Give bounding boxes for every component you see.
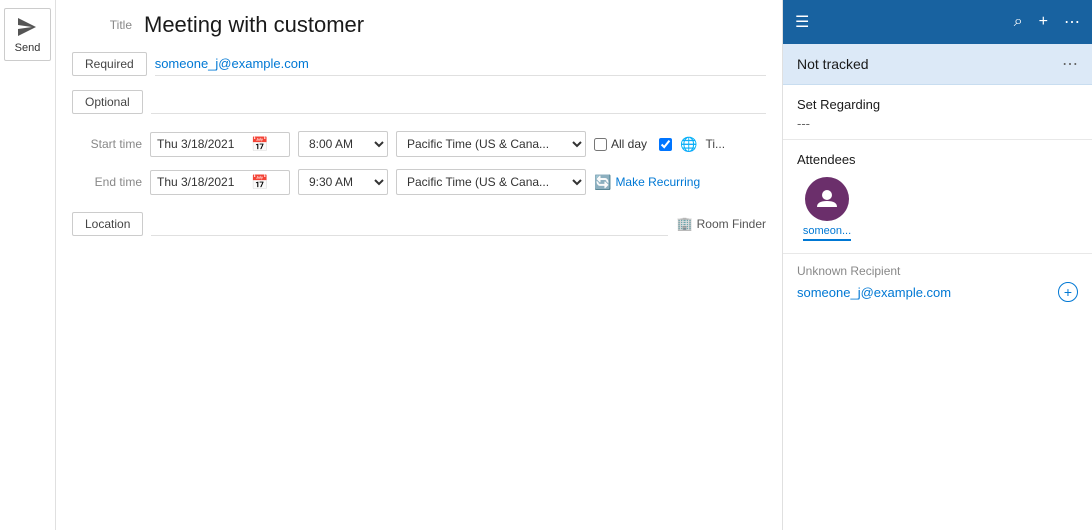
start-calendar-icon[interactable]: 📅 <box>251 136 268 153</box>
start-timezone-select[interactable]: Pacific Time (US & Cana... Eastern Time … <box>396 131 586 157</box>
send-button[interactable]: Send <box>4 8 52 61</box>
end-date-container: 📅 <box>150 170 290 195</box>
time-rows: Start time 📅 8:00 AM 8:30 AM 9:00 AM Pac… <box>56 120 782 206</box>
start-date-container: 📅 <box>150 132 290 157</box>
location-button[interactable]: Location <box>72 212 143 236</box>
person-icon <box>815 187 839 211</box>
hamburger-icon[interactable]: ☰ <box>795 12 809 32</box>
attendee-avatar <box>805 177 849 221</box>
end-calendar-icon[interactable]: 📅 <box>251 174 268 191</box>
attendee-name[interactable]: someon... <box>803 225 851 241</box>
teams-label: Ti... <box>705 137 725 151</box>
make-recurring-button[interactable]: 🔄 Make Recurring <box>594 174 700 191</box>
attendees-label: Attendees <box>797 152 1078 167</box>
sidebar-header: ☰ ⌕ + ⋯ <box>783 0 1092 44</box>
attendees-section: Attendees someon... <box>783 140 1092 253</box>
room-finder-button[interactable]: 🏢 Room Finder <box>676 216 766 232</box>
room-finder-label: Room Finder <box>697 217 766 231</box>
end-time-select[interactable]: 9:30 AM 10:00 AM 10:30 AM <box>298 169 388 195</box>
allday-checkbox[interactable] <box>594 138 607 151</box>
optional-input[interactable] <box>151 90 766 114</box>
sidebar-header-icons: ☰ <box>795 12 809 32</box>
unknown-email-row: someone_j@example.com + <box>797 282 1078 302</box>
title-row: Title Meeting with customer <box>56 0 782 46</box>
allday-container: All day <box>594 137 647 151</box>
required-row: Required <box>72 46 766 82</box>
regarding-value: --- <box>797 116 1078 131</box>
set-regarding-section: Set Regarding --- <box>783 85 1092 140</box>
recurring-icon: 🔄 <box>594 174 611 191</box>
recipients-area: Required Optional <box>56 46 782 120</box>
unknown-email: someone_j@example.com <box>797 285 951 300</box>
sidebar-right-icons: ⌕ + ⋯ <box>1014 12 1080 32</box>
allday-label: All day <box>611 137 647 151</box>
optional-row: Optional <box>72 84 766 120</box>
optional-button[interactable]: Optional <box>72 90 143 114</box>
teams-icon: 🌐 <box>680 136 697 153</box>
required-input[interactable] <box>155 52 766 76</box>
not-tracked-more-icon[interactable]: ⋯ <box>1062 54 1078 74</box>
meeting-title: Meeting with customer <box>144 12 364 38</box>
title-label: Title <box>72 18 132 32</box>
send-icon <box>15 15 39 39</box>
end-time-row: End time 📅 9:30 AM 10:00 AM 10:30 AM Pac… <box>72 166 766 198</box>
teams-checkbox[interactable] <box>659 138 672 151</box>
end-timezone-select[interactable]: Pacific Time (US & Cana... Eastern Time … <box>396 169 586 195</box>
start-time-select[interactable]: 8:00 AM 8:30 AM 9:00 AM <box>298 131 388 157</box>
right-sidebar: ☰ ⌕ + ⋯ Not tracked ⋯ Set Regarding --- … <box>782 0 1092 530</box>
start-time-row: Start time 📅 8:00 AM 8:30 AM 9:00 AM Pac… <box>72 128 766 160</box>
room-finder-icon: 🏢 <box>676 216 692 232</box>
unknown-recipient-label: Unknown Recipient <box>797 264 1078 278</box>
search-icon[interactable]: ⌕ <box>1014 13 1023 31</box>
required-button[interactable]: Required <box>72 52 147 76</box>
add-recipient-icon[interactable]: + <box>1058 282 1078 302</box>
recurring-label: Make Recurring <box>615 175 700 189</box>
end-date-input[interactable] <box>157 175 247 189</box>
main-form: Title Meeting with customer Required Opt… <box>56 0 782 530</box>
send-label: Send <box>15 42 41 54</box>
not-tracked-label: Not tracked <box>797 56 869 72</box>
unknown-recipient-section: Unknown Recipient someone_j@example.com … <box>783 253 1092 312</box>
location-row: Location 🏢 Room Finder <box>56 206 782 242</box>
not-tracked-bar: Not tracked ⋯ <box>783 44 1092 85</box>
start-date-input[interactable] <box>157 137 247 151</box>
start-time-label: Start time <box>72 137 142 151</box>
send-panel: Send <box>0 0 56 530</box>
plus-icon[interactable]: + <box>1039 13 1048 31</box>
end-time-label: End time <box>72 175 142 189</box>
location-input[interactable] <box>151 212 668 236</box>
attendee-item: someon... <box>797 177 857 241</box>
more-dots-icon[interactable]: ⋯ <box>1064 12 1080 32</box>
set-regarding-label: Set Regarding <box>797 97 1078 112</box>
